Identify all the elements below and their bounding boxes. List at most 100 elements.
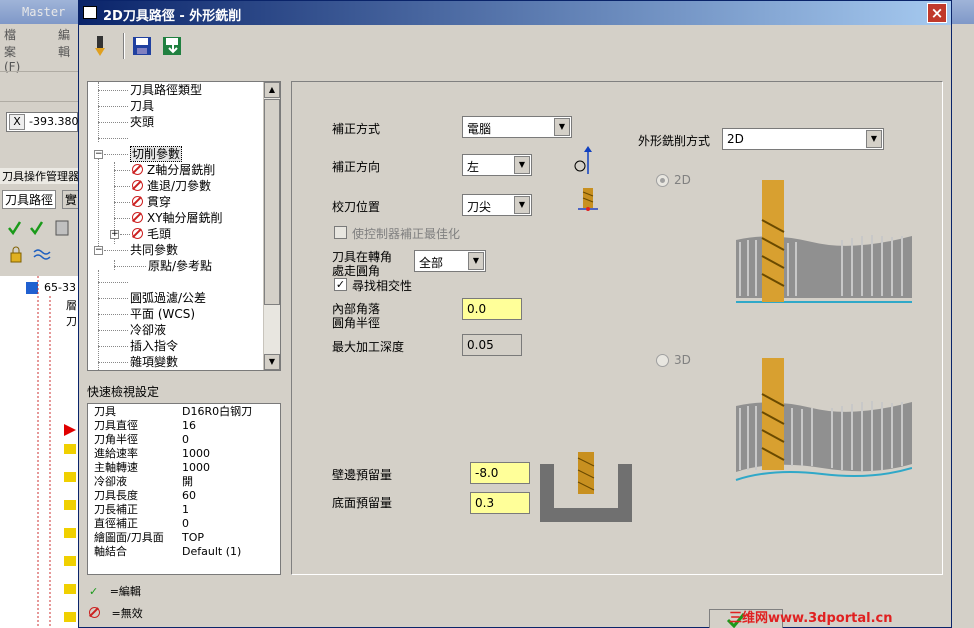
- chevron-down-icon: ▼: [514, 156, 530, 174]
- tree-line: [98, 154, 99, 250]
- tree-item-toolpath-type[interactable]: 刀具路徑類型: [130, 82, 202, 98]
- radio-3d[interactable]: [656, 354, 669, 367]
- quickview-row: 繪圖面/刀具面 TOP: [94, 531, 274, 545]
- dialog-title: 2D刀具路徑 - 外形銑削: [103, 9, 242, 24]
- disabled-icon: [132, 228, 143, 239]
- disabled-icon: [132, 196, 143, 207]
- tree-item-lead-in-out[interactable]: 進退/刀參數: [132, 178, 211, 194]
- tree-item-cut-params-label: 切削參數: [130, 146, 183, 162]
- tree-item-planes[interactable]: 平面 (WCS): [130, 306, 195, 322]
- qv-value: 1: [182, 503, 189, 516]
- tree-line: [114, 260, 115, 270]
- quickview-row: 冷卻液 開: [94, 475, 274, 489]
- ops-tree: 65-33 層 刀: [0, 276, 80, 628]
- window-icon: [83, 6, 97, 19]
- qv-value: 60: [182, 489, 196, 502]
- legend-edited: ✓ =編輯: [89, 583, 141, 599]
- ops-tree-item-2[interactable]: 刀: [66, 313, 77, 329]
- qv-key: 軸結合: [94, 545, 127, 558]
- quickview-title: 快速檢視設定: [87, 385, 160, 399]
- tree-line: [98, 270, 99, 370]
- tree-item-depth-cuts[interactable]: Z軸分層銑削: [132, 162, 215, 178]
- qv-key: 刀具長度: [94, 489, 138, 502]
- optimize-checkbox[interactable]: [334, 226, 347, 239]
- max-depth-input[interactable]: 0.05: [462, 334, 522, 356]
- max-depth-label: 最大加工深度: [332, 340, 405, 354]
- disabled-icon: [132, 212, 143, 223]
- scroll-up-icon[interactable]: ▲: [264, 82, 280, 98]
- tree-item-label: 進退/刀參數: [147, 179, 212, 193]
- dialog-title-bar: 2D刀具路徑 - 外形銑削 ×: [79, 1, 951, 25]
- chevron-down-icon: ▼: [866, 130, 882, 148]
- save-icon: [133, 37, 151, 55]
- tree-item-home-ref[interactable]: 原點/參考點: [148, 258, 212, 274]
- tip-comp-value: 刀尖: [467, 200, 492, 214]
- legend-edited-label: =編輯: [109, 585, 141, 598]
- qv-value: 1000: [182, 447, 210, 460]
- expand-icon[interactable]: +: [110, 230, 119, 239]
- comp-type-select[interactable]: 電腦 ▼: [462, 116, 572, 138]
- tree-item-tabs[interactable]: 毛頭: [132, 226, 171, 242]
- infinite-look-checkbox[interactable]: ✓: [334, 278, 347, 291]
- tip-comp-select[interactable]: 刀尖 ▼: [462, 194, 532, 216]
- wall-stock-input[interactable]: -8.0: [470, 462, 530, 484]
- radio-2d[interactable]: [656, 174, 669, 187]
- contour-type-select[interactable]: 2D ▼: [722, 128, 884, 150]
- wall-stock-label: 壁邊預留量: [332, 468, 393, 482]
- app-toolbar-1: [0, 46, 80, 72]
- quickview-row: 主軸轉速 1000: [94, 461, 274, 475]
- tree-item-label: 貫穿: [147, 195, 172, 209]
- tree-scrollbar[interactable]: ▲ ▼: [263, 82, 280, 370]
- tree-item-linking-params[interactable]: 共同參數: [130, 242, 178, 258]
- quickview-row: 刀具直徑 16: [94, 419, 274, 433]
- qv-value: 16: [182, 419, 196, 432]
- qv-value: D16R0白钢刀: [182, 405, 253, 418]
- tree-item-coolant[interactable]: 冷卻液: [130, 322, 166, 338]
- corner-radius-input[interactable]: 0.0: [462, 298, 522, 320]
- tree-item-misc-values[interactable]: 雜項變數: [130, 354, 178, 370]
- roll-cutter-select[interactable]: 全部 ▼: [414, 250, 486, 272]
- save-as-icon: [163, 37, 181, 55]
- save-button[interactable]: [129, 33, 155, 59]
- floor-stock-input[interactable]: 0.3: [470, 492, 530, 514]
- quickview-row: 刀角半徑 0: [94, 433, 274, 447]
- contour-type-value: 2D: [727, 132, 744, 146]
- tree-item-multi-passes[interactable]: XY軸分層銑削: [132, 210, 223, 226]
- tree-item-label: 毛頭: [147, 227, 172, 241]
- qv-value: 0: [182, 517, 189, 530]
- qv-value: 1000: [182, 461, 210, 474]
- tab-toolpaths[interactable]: 刀具路徑: [2, 190, 57, 209]
- quickview-row: 刀具長度 60: [94, 489, 274, 503]
- scroll-thumb[interactable]: [264, 99, 280, 305]
- 3d-contour-illustration: [735, 358, 912, 481]
- collapse-icon[interactable]: −: [94, 246, 103, 255]
- close-button[interactable]: ×: [927, 3, 947, 23]
- ops-tree-root[interactable]: 65-33: [44, 281, 76, 294]
- tree-item-cut-params[interactable]: 切削參數: [130, 146, 183, 162]
- legend-disabled: =無效: [89, 605, 143, 621]
- cut-params-panel: 補正方式 電腦 ▼ 補正方向 左 ▼ 校刀位置 刀尖 ▼ 使控制器補正最佳化 刀: [291, 81, 943, 575]
- tool-button[interactable]: [87, 33, 113, 59]
- ops-tree-item-1[interactable]: 層: [66, 297, 77, 313]
- contour-dialog: 2D刀具路徑 - 外形銑削 × 刀具路徑類型 刀具 夾頭 − 切削參數 Z軸分層…: [78, 0, 952, 628]
- tree-item-canned-text[interactable]: 插入指令: [130, 338, 178, 354]
- tree-item-arc-filter[interactable]: 圓弧過濾/公差: [130, 290, 206, 306]
- tree-item-holder[interactable]: 夾頭: [130, 114, 154, 130]
- tree-item-break-through[interactable]: 貫穿: [132, 194, 171, 210]
- qv-key: 刀角半徑: [94, 433, 138, 446]
- disabled-icon: [89, 607, 100, 618]
- quickview-row: 刀長補正 1: [94, 503, 274, 517]
- save-as-button[interactable]: [159, 33, 185, 59]
- quickview-row: 直徑補正 0: [94, 517, 274, 531]
- scroll-down-icon[interactable]: ▼: [264, 354, 280, 370]
- qv-key: 冷卻液: [94, 475, 127, 488]
- check-icon: ✓: [89, 585, 99, 598]
- coord-field[interactable]: X -393.380: [6, 112, 78, 132]
- radio-2d-label: 2D: [674, 173, 691, 187]
- legend-disabled-label: =無效: [111, 607, 143, 620]
- qv-value: 開: [182, 475, 193, 488]
- comp-dir-select[interactable]: 左 ▼: [462, 154, 532, 176]
- collapse-icon[interactable]: −: [94, 150, 103, 159]
- tree-item-label: Z軸分層銑削: [147, 163, 216, 177]
- tree-item-tool[interactable]: 刀具: [130, 98, 154, 114]
